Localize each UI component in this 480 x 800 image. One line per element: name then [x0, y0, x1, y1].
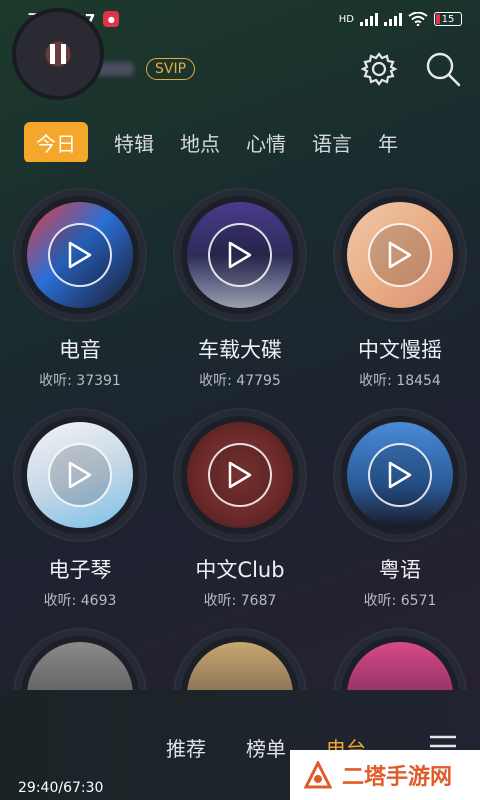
station-disc: [175, 190, 305, 320]
listen-count: 收听: 4693: [43, 593, 117, 609]
site-logo-icon: [304, 761, 332, 789]
station-disc: [15, 410, 145, 540]
listen-count: 收听: 6571: [363, 593, 437, 609]
play-icon: [388, 461, 412, 489]
tab-language[interactable]: 语言: [312, 128, 352, 157]
station-title: 电子琴: [48, 558, 112, 582]
station-card[interactable]: 中文Club 收听: 7687: [160, 410, 320, 610]
play-button[interactable]: [208, 443, 272, 507]
tab-special[interactable]: 特辑: [114, 128, 154, 157]
station-title: 电音: [59, 338, 101, 362]
station-card[interactable]: 电音 收听: 37391: [0, 190, 160, 390]
battery-level: 15: [441, 13, 455, 25]
pause-icon: [50, 44, 66, 64]
station-title: 车载大碟: [198, 338, 282, 362]
signal-icon: [360, 13, 378, 26]
station-disc: [175, 410, 305, 540]
play-icon: [228, 241, 252, 269]
signal-icon: [384, 13, 402, 26]
listen-count: 收听: 7687: [203, 593, 277, 609]
tab-location[interactable]: 地点: [180, 128, 220, 157]
gear-icon: [360, 52, 398, 86]
tab-year[interactable]: 年: [378, 128, 398, 157]
play-icon: [68, 241, 92, 269]
station-title: 中文Club: [195, 558, 285, 582]
wifi-icon: [408, 12, 428, 26]
settings-button[interactable]: [360, 50, 398, 88]
search-icon: [426, 52, 461, 87]
network-type: HD: [338, 13, 354, 25]
listen-count: 收听: 18454: [359, 373, 441, 389]
status-icons: HD 15: [339, 12, 462, 26]
play-button[interactable]: [368, 223, 432, 287]
app-notification-icon: ●: [103, 11, 120, 27]
station-card[interactable]: 粤语 收听: 6571: [320, 410, 480, 610]
station-card[interactable]: 电子琴 收听: 4693: [0, 410, 160, 610]
listen-count: 收听: 37391: [39, 373, 121, 389]
station-disc: [15, 190, 145, 320]
play-button[interactable]: [208, 223, 272, 287]
nav-charts[interactable]: 榜单: [246, 733, 286, 762]
search-button[interactable]: [424, 50, 462, 88]
station-title: 中文慢摇: [358, 338, 442, 362]
listen-count: 收听: 47795: [199, 373, 281, 389]
tab-today[interactable]: 今日: [24, 122, 88, 162]
station-disc: [335, 190, 465, 320]
station-card[interactable]: 中文慢摇 收听: 18454: [320, 190, 480, 390]
playback-time: 29:40/67:30: [18, 780, 104, 796]
category-tabs: 今日 特辑 地点 心情 语言 年: [24, 122, 480, 162]
play-icon: [228, 461, 252, 489]
mini-player-disc[interactable]: [12, 8, 104, 100]
svip-badge[interactable]: SVIP: [146, 58, 196, 80]
station-card[interactable]: 车载大碟 收听: 47795: [160, 190, 320, 390]
play-button[interactable]: [48, 443, 112, 507]
tab-mood[interactable]: 心情: [246, 128, 286, 157]
play-icon: [388, 241, 412, 269]
watermark-text: 二塔手游网: [342, 765, 453, 790]
station-disc: [335, 410, 465, 540]
play-icon: [68, 461, 92, 489]
battery-icon: 15: [434, 12, 462, 26]
nav-recommend[interactable]: 推荐: [166, 733, 206, 762]
watermark: 二塔手游网: [290, 750, 480, 800]
play-button[interactable]: [368, 443, 432, 507]
station-title: 粤语: [379, 558, 421, 582]
play-button[interactable]: [48, 223, 112, 287]
